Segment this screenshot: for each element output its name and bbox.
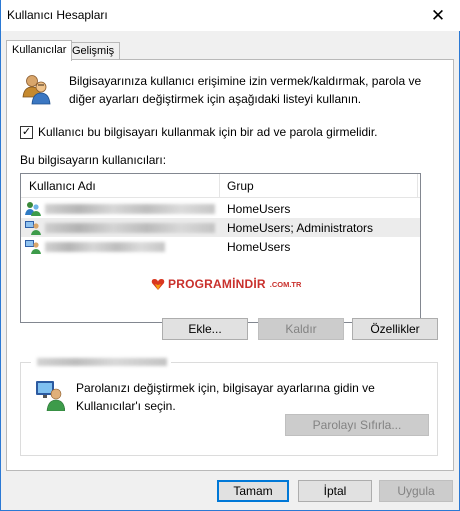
password-info-line-1: Parolanızı değiştirmek için, bilgisayar … [76, 381, 375, 395]
users-list-heading: Bu bilgisayarın kullanıcıları: [20, 153, 167, 167]
users-list[interactable]: Kullanıcı Adı Grup HomeUsers HomeUsers; … [20, 173, 421, 323]
username-redacted [45, 204, 215, 214]
close-button[interactable]: ✕ [416, 0, 460, 31]
user-row[interactable]: HomeUsers [21, 199, 420, 218]
apply-button[interactable]: Uygula [379, 480, 453, 502]
info-line-1: Bilgisayarınıza kullanıcı erişimine izin… [69, 74, 422, 88]
column-separator[interactable] [219, 174, 220, 198]
users-tab-panel: Bilgisayarınıza kullanıcı erişimine izin… [6, 59, 454, 471]
close-icon: ✕ [430, 5, 446, 25]
add-user-button[interactable]: Ekle... [162, 318, 248, 340]
groupbox-title-redacted [31, 356, 171, 368]
password-info-line-2: Kullanıcılar'ı seçin. [76, 399, 176, 413]
username-redacted [45, 242, 165, 252]
title-bar[interactable]: Kullanıcı Hesapları ✕ [1, 0, 460, 31]
window-title: Kullanıcı Hesapları [7, 8, 108, 22]
password-monitor-icon [36, 381, 65, 411]
remove-user-button[interactable]: Kaldır [258, 318, 344, 340]
user-icon [25, 240, 41, 254]
watermark-text: PROGRAMİNDİR [168, 277, 266, 291]
group-cell: HomeUsers [227, 202, 291, 216]
watermark-suffix: .COM.TR [269, 279, 302, 289]
heart-logo-icon [151, 278, 165, 290]
password-info: Parolanızı değiştirmek için, bilgisayar … [76, 379, 375, 415]
tab-advanced[interactable]: Gelişmiş [66, 42, 121, 60]
watermark: PROGRAMİNDİR .COM.TR [151, 274, 301, 294]
column-header-username[interactable]: Kullanıcı Adı [29, 179, 96, 193]
info-line-2: diğer ayarları değiştirmek için aşağıdak… [69, 92, 362, 106]
username-redacted [45, 223, 215, 233]
checkmark-icon: ✓ [21, 126, 32, 138]
tab-advanced-label: Gelişmiş [72, 45, 115, 57]
cancel-button[interactable]: İptal [298, 480, 372, 502]
user-row[interactable]: HomeUsers [21, 237, 420, 256]
info-text: Bilgisayarınıza kullanıcı erişimine izin… [69, 72, 421, 108]
column-separator[interactable] [417, 174, 418, 198]
user-accounts-dialog: Kullanıcı Hesapları ✕ Kullanıcılar Geliş… [0, 0, 460, 511]
users-icon [22, 75, 51, 105]
user-icon [25, 202, 41, 216]
tab-users-label: Kullanıcılar [12, 44, 67, 56]
properties-button[interactable]: Özellikler [352, 318, 438, 340]
list-header: Kullanıcı Adı Grup [21, 174, 420, 198]
password-groupbox: Parolanızı değiştirmek için, bilgisayar … [20, 356, 438, 456]
tab-users[interactable]: Kullanıcılar [6, 40, 73, 61]
user-row[interactable]: HomeUsers; Administrators [21, 218, 420, 237]
require-login-checkbox[interactable]: ✓ [20, 126, 33, 139]
admin-user-icon [25, 221, 41, 235]
require-login-label[interactable]: Kullanıcı bu bilgisayarı kullanmak için … [38, 125, 378, 139]
ok-button[interactable]: Tamam [217, 480, 289, 502]
group-cell: HomeUsers [227, 240, 291, 254]
column-header-group[interactable]: Grup [227, 179, 254, 193]
group-cell: HomeUsers; Administrators [227, 221, 374, 235]
reset-password-button[interactable]: Parolayı Sıfırla... [285, 414, 429, 436]
